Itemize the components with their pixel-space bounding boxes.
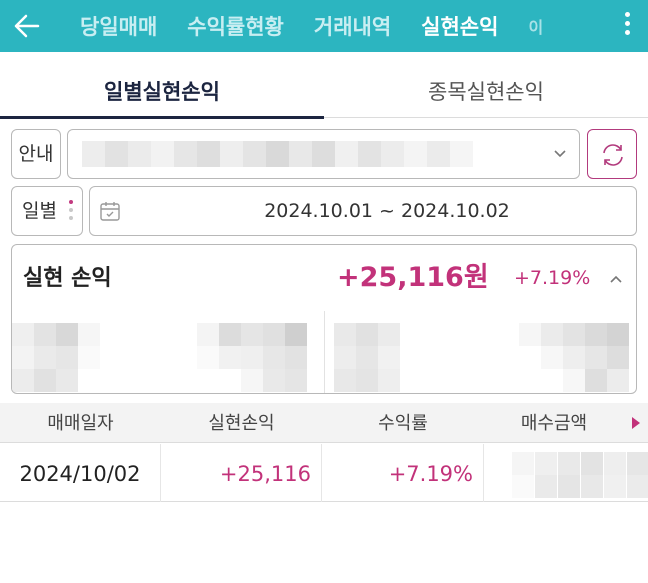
date-range-text: 2024.10.01 ~ 2024.10.02 xyxy=(264,200,510,222)
cell-realized-pnl: +25,116 xyxy=(161,444,322,502)
tab-transaction-history[interactable]: 거래내역 xyxy=(314,11,391,41)
realized-pnl-header[interactable]: 실현 손익 +25,116원 +7.19% xyxy=(12,245,636,311)
masked-value xyxy=(12,323,100,392)
sub-tab-bar: 일별실현손익 종목실현손익 xyxy=(0,52,648,119)
column-header-trade-date: 매매일자 xyxy=(47,413,114,434)
cell-return-rate: +7.19% xyxy=(322,444,484,502)
period-type-button[interactable]: 일별 xyxy=(11,186,83,236)
realized-pnl-details-masked xyxy=(12,311,636,393)
realized-pnl-title: 실현 손익 xyxy=(23,266,112,291)
chevron-up-icon[interactable] xyxy=(607,270,625,288)
column-header-return-rate: 수익률 xyxy=(378,413,428,434)
masked-value xyxy=(197,323,307,392)
table-row[interactable]: 2024/10/02 +25,116 +7.19% xyxy=(0,444,648,502)
subtab-daily-realized-pnl[interactable]: 일별실현손익 xyxy=(0,52,324,119)
back-button[interactable] xyxy=(8,6,48,46)
period-type-label: 일별 xyxy=(22,200,57,222)
table-header: 매매일자 실현손익 수익률 매수금액 xyxy=(0,403,648,443)
tab-return-status[interactable]: 수익률현황 xyxy=(187,11,284,41)
realized-pnl-card: 실현 손익 +25,116원 +7.19% xyxy=(11,244,637,394)
masked-value xyxy=(519,323,629,392)
tab-daily-trading[interactable]: 당일매매 xyxy=(80,11,157,41)
period-options-icon xyxy=(69,200,73,224)
subtab-stock-realized-pnl[interactable]: 종목실현손익 xyxy=(324,52,648,118)
masked-value xyxy=(334,323,400,392)
cell-trade-date: 2024/10/02 xyxy=(0,444,161,502)
tab-realized-pnl[interactable]: 실현손익 xyxy=(421,11,498,41)
tab-next-partial[interactable]: 이 xyxy=(528,14,543,38)
info-button[interactable]: 안내 xyxy=(11,129,61,179)
top-tab-strip: 당일매매 수익률현황 거래내역 실현손익 이 xyxy=(80,0,543,52)
realized-pnl-rate: +7.19% xyxy=(514,267,591,289)
account-select[interactable] xyxy=(67,129,580,179)
divider xyxy=(324,311,325,393)
top-app-bar: 당일매매 수익률현황 거래내역 실현손익 이 xyxy=(0,0,648,52)
more-menu-button[interactable] xyxy=(614,8,640,44)
chevron-down-icon xyxy=(554,150,566,158)
refresh-button[interactable] xyxy=(587,129,637,179)
date-range-picker[interactable]: 2024.10.01 ~ 2024.10.02 xyxy=(89,186,637,236)
scroll-right-arrow-icon[interactable] xyxy=(632,417,640,429)
back-arrow-icon xyxy=(14,14,40,38)
masked-account-number xyxy=(82,141,473,167)
refresh-icon xyxy=(603,144,623,166)
column-header-purchase-amount: 매수금액 xyxy=(520,413,588,434)
more-dots-icon xyxy=(624,12,630,17)
column-header-realized-pnl: 실현손익 xyxy=(208,413,275,434)
realized-pnl-amount: +25,116원 xyxy=(337,262,489,293)
cell-purchase-amount-masked xyxy=(484,444,648,502)
